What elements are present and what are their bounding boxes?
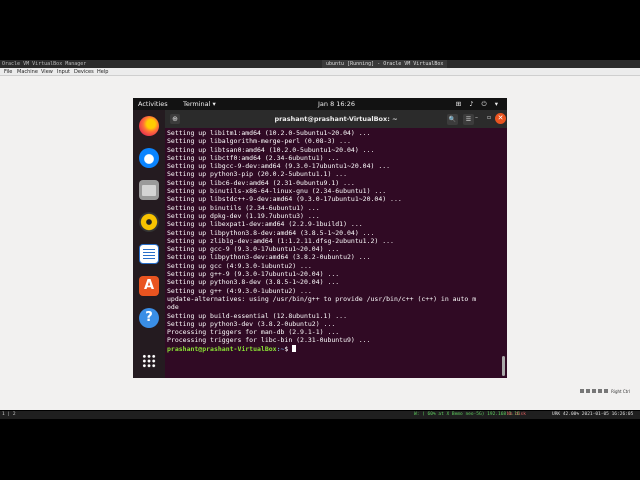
thunderbird-icon[interactable] — [139, 148, 159, 168]
terminal-titlebar[interactable]: ⊕ prashant@prashant-VirtualBox: ~ 🔍 ☰ – … — [165, 110, 507, 128]
menu-file[interactable]: File — [4, 69, 12, 75]
disk-status: No disk — [507, 412, 526, 417]
prompt-user: prashant@prashant-VirtualBox — [167, 344, 277, 353]
terminal-line: Setting up binutils (2.34-6ubuntu1) ... — [167, 203, 320, 212]
terminal-line: Setting up python3-pip (20.0.2-5ubuntu1.… — [167, 170, 348, 179]
host-top-bar: Oracle VM VirtualBox Manager ubuntu [Run… — [0, 60, 640, 68]
display-icon[interactable] — [603, 389, 608, 393]
search-icon[interactable]: 🔍 — [447, 114, 458, 125]
show-apps-icon[interactable] — [142, 354, 156, 368]
menu-devices[interactable]: Devices — [74, 69, 94, 75]
terminal-line: Setting up gcc (4:9.3.0-1ubuntu2) ... — [167, 261, 312, 270]
minimize-icon[interactable]: – — [475, 114, 478, 121]
files-icon[interactable] — [139, 180, 159, 200]
terminal-line: Setting up libpython3-dev:amd64 (3.8.2-0… — [167, 253, 371, 262]
prompt-symbol: $ — [284, 344, 293, 353]
terminal-line: Processing triggers for libc-bin (2.31-0… — [167, 336, 371, 345]
terminal-window[interactable]: ⊕ prashant@prashant-VirtualBox: ~ 🔍 ☰ – … — [165, 110, 507, 378]
terminal-line: Setting up g++-9 (9.3.0-17ubuntu1~20.04)… — [167, 270, 340, 279]
terminal-line: Setting up libc6-dev:amd64 (2.31-0ubuntu… — [167, 178, 355, 187]
network-status: W: ( 60% at X Bemo neo-5G) 192.168.1.10 — [414, 412, 520, 417]
hdd-icon[interactable] — [579, 389, 584, 393]
app-menu[interactable]: Terminal ▾ — [183, 100, 216, 108]
terminal-line: Setting up gcc-9 (9.3.0-17ubuntu1~20.04)… — [167, 245, 340, 254]
terminal-line: Setting up libstdc++-9-dev:amd64 (9.3.0-… — [167, 195, 402, 204]
terminal-scrollbar[interactable] — [502, 356, 505, 376]
terminal-output[interactable]: Setting up libitm1:amd64 (10.2.0-5ubuntu… — [167, 129, 503, 377]
system-stats: URK 42.00% 2021-01-05 16:26:05 — [552, 412, 634, 417]
terminal-line: Setting up libgcc-9-dev:amd64 (9.3.0-17u… — [167, 162, 391, 171]
gnome-top-bar: Activities Terminal ▾ Jan 8 16:26 ⊞ ♪ ⏻ … — [133, 98, 507, 110]
firefox-icon[interactable] — [139, 116, 159, 136]
terminal-line: Setting up build-essential (12.8ubuntu1.… — [167, 311, 348, 320]
clock[interactable]: Jan 8 16:26 — [318, 100, 355, 108]
menu-machine[interactable]: Machine — [17, 69, 38, 75]
terminal-line: Setting up g++ (4:9.3.0-1ubuntu2) ... — [167, 286, 312, 295]
maximize-icon[interactable]: ▫ — [487, 114, 491, 121]
terminal-prompt[interactable]: prashant@prashant-VirtualBox:~$ — [167, 344, 503, 353]
workspace-switcher[interactable]: 1 | 2 — [2, 412, 16, 417]
text-cursor — [292, 344, 297, 352]
network-icon[interactable] — [591, 389, 596, 393]
vm-screen[interactable]: Activities Terminal ▾ Jan 8 16:26 ⊞ ♪ ⏻ … — [133, 98, 507, 378]
terminal-line: Setting up python3.8-dev (3.8.5-1~20.04)… — [167, 278, 340, 287]
hamburger-menu-icon[interactable]: ☰ — [463, 114, 474, 125]
terminal-line: Setting up libtsan0:amd64 (10.2.0-5ubunt… — [167, 145, 375, 154]
terminal-line: Processing triggers for man-db (2.9.1-1)… — [167, 328, 340, 337]
usb-icon[interactable] — [597, 389, 602, 393]
terminal-line: Setting up libexpat1-dev:amd64 (2.2.9-1b… — [167, 220, 363, 229]
host-status-bar: 1 | 2 W: ( 60% at X Bemo neo-5G) 192.168… — [0, 411, 640, 419]
terminal-line: ode — [167, 303, 179, 312]
rhythmbox-icon[interactable] — [139, 212, 159, 232]
software-icon[interactable]: A — [139, 276, 159, 296]
dock: A ? — [133, 110, 165, 378]
optical-icon[interactable] — [585, 389, 590, 393]
host-key-label: Right Ctrl — [611, 389, 630, 394]
terminal-line: Setting up libctf0:amd64 (2.34-6ubuntu1)… — [167, 153, 340, 162]
terminal-line: Setting up python3-dev (3.8.2-0ubuntu2) … — [167, 319, 336, 328]
terminal-line: Setting up zlib1g-dev:amd64 (1:1.2.11.df… — [167, 236, 394, 245]
terminal-line: Setting up libalgorithm-merge-perl (0.08… — [167, 137, 351, 146]
vbox-status-bar: Right Ctrl — [579, 389, 630, 394]
close-icon[interactable]: ✕ — [495, 113, 506, 124]
terminal-line: Setting up libitm1:amd64 (10.2.0-5ubuntu… — [167, 129, 371, 137]
vbox-menu-bar: File Machine View Input Devices Help — [0, 68, 640, 76]
terminal-line: Setting up libpython3.8-dev:amd64 (3.8.5… — [167, 228, 375, 237]
menu-view[interactable]: View — [41, 69, 53, 75]
vbox-manager-title[interactable]: Oracle VM VirtualBox Manager — [2, 61, 86, 67]
menu-help[interactable]: Help — [97, 69, 108, 75]
terminal-line: Setting up dpkg-dev (1.19.7ubuntu3) ... — [167, 211, 320, 220]
terminal-line: update-alternatives: using /usr/bin/g++ … — [167, 294, 477, 303]
help-icon[interactable]: ? — [139, 308, 159, 328]
vm-window-title[interactable]: ubuntu [Running] - Oracle VM VirtualBox — [322, 60, 448, 68]
system-tray-icon[interactable]: ⊞ ♪ ⏻ ▾ — [456, 100, 501, 109]
writer-icon[interactable] — [139, 244, 159, 264]
activities-button[interactable]: Activities — [138, 100, 168, 108]
terminal-line: Setting up binutils-x86-64-linux-gnu (2.… — [167, 187, 387, 196]
menu-input[interactable]: Input — [57, 69, 70, 75]
